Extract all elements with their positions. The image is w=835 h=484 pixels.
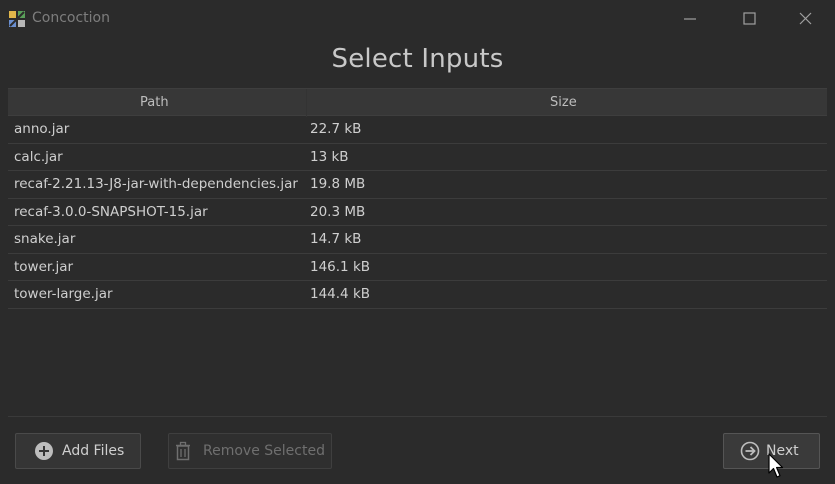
cell-size: 144.4 kB [310,286,371,302]
cell-size: 20.3 MB [310,203,366,220]
mouse-cursor-icon [768,453,784,478]
plus-circle-icon [35,442,53,460]
cell-path: calc.jar [14,148,63,165]
column-header-size[interactable]: Size [550,95,577,110]
remove-selected-label: Remove Selected [203,443,325,459]
add-files-label: Add Files [62,443,125,459]
table-row[interactable]: anno.jar 22.7 kB [8,116,827,144]
table-row[interactable]: recaf-3.0.0-SNAPSHOT-15.jar 20.3 MB [8,199,827,226]
remove-selected-button[interactable]: Remove Selected [168,433,332,469]
app-logo-icon [9,11,25,27]
table-row[interactable]: tower.jar 146.1 kB [8,254,827,281]
cell-path: recaf-3.0.0-SNAPSHOT-15.jar [14,203,208,220]
table-header: Path Size [8,88,827,117]
cell-size: 19.8 MB [310,176,366,192]
page-title: Select Inputs [331,44,504,74]
title-bar: Concoction [0,0,835,36]
cell-path: tower.jar [14,258,74,275]
cell-size: 146.1 kB [310,258,371,275]
trash-icon [176,441,190,461]
add-files-button[interactable]: Add Files [15,433,141,469]
column-header-path[interactable]: Path [140,95,169,110]
minimize-icon[interactable] [676,8,704,30]
cell-path: tower-large.jar [14,286,113,302]
footer-divider [8,416,827,417]
cell-path: anno.jar [14,121,70,137]
window-title: Concoction [32,10,110,26]
app-window: Concoction Select Inputs Path Size anno.… [0,0,835,484]
cell-path: snake.jar [14,231,76,247]
table-row[interactable]: tower-large.jar 144.4 kB [8,281,827,309]
cell-path: recaf-2.21.13-J8-jar-with-dependencies.j… [14,176,298,192]
table-row[interactable]: recaf-2.21.13-J8-jar-with-dependencies.j… [8,171,827,199]
table-row[interactable]: calc.jar 13 kB [8,144,827,171]
cell-size: 22.7 kB [310,121,362,137]
arrow-right-circle-icon [740,441,760,461]
maximize-icon[interactable] [735,8,763,30]
inputs-table: Path Size anno.jar 22.7 kB calc.jar 13 k… [8,88,827,309]
table-row[interactable]: snake.jar 14.7 kB [8,226,827,254]
column-divider[interactable] [306,89,307,117]
close-icon[interactable] [791,8,819,30]
cell-size: 13 kB [310,148,349,165]
cell-size: 14.7 kB [310,231,362,247]
